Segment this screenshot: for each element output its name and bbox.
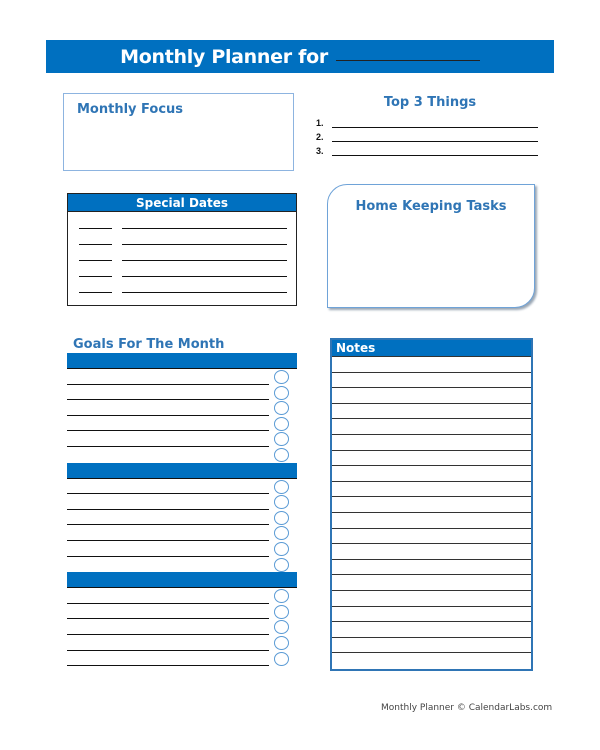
goal-checkbox-circle[interactable] [274, 589, 289, 604]
special-date-row [68, 229, 296, 245]
goal-row [67, 431, 297, 447]
notes-line[interactable] [332, 419, 531, 435]
notes-line[interactable] [332, 575, 531, 591]
goal-checkbox-circle[interactable] [274, 510, 289, 525]
notes-line[interactable] [332, 560, 531, 576]
goal-row [67, 385, 297, 401]
month-name-blank[interactable] [335, 60, 480, 61]
goal-row [67, 604, 297, 620]
notes-rows [332, 357, 531, 669]
goal-row [67, 588, 297, 604]
goal-checkbox-circle[interactable] [274, 401, 289, 416]
special-date-row [68, 261, 296, 277]
item-number: 3. [316, 146, 324, 156]
goal-row [67, 557, 297, 573]
goal-checkbox-circle[interactable] [274, 432, 289, 447]
goal-row [67, 494, 297, 510]
special-date-row [68, 277, 296, 293]
top-3-things: Top 3 Things 1. 2. 3. [316, 95, 538, 156]
notes-line[interactable] [332, 513, 531, 529]
special-date-row [68, 245, 296, 261]
notes-line[interactable] [332, 466, 531, 482]
notes-line[interactable] [332, 404, 531, 420]
title-bar: Monthly Planner for [46, 40, 554, 73]
goal-row [67, 510, 297, 526]
notes-line[interactable] [332, 622, 531, 638]
notes-line[interactable] [332, 388, 531, 404]
goal-checkbox-circle[interactable] [274, 447, 289, 462]
date-line[interactable] [79, 292, 112, 293]
notes-heading: Notes [332, 340, 531, 357]
home-keeping-box[interactable]: Home Keeping Tasks [327, 184, 535, 308]
goal-checkbox-circle[interactable] [274, 635, 289, 650]
goal-checkbox-circle[interactable] [274, 526, 289, 541]
goal-line[interactable] [67, 665, 269, 667]
top-3-heading: Top 3 Things [383, 95, 477, 110]
notes-line[interactable] [332, 653, 531, 669]
special-dates-heading: Special Dates [68, 194, 296, 212]
item-number: 2. [316, 132, 324, 142]
event-line[interactable] [122, 292, 287, 293]
goal-row [67, 541, 297, 557]
special-dates-rows [68, 212, 296, 293]
notes-line[interactable] [332, 435, 531, 451]
notes-line[interactable] [332, 591, 531, 607]
goal-group-header [67, 353, 297, 369]
goal-checkbox-circle[interactable] [274, 541, 289, 556]
monthly-focus-heading: Monthly Focus [77, 102, 184, 117]
goal-row [67, 479, 297, 495]
notes-line[interactable] [332, 357, 531, 373]
write-line[interactable] [332, 146, 538, 156]
goal-checkbox-circle[interactable] [274, 495, 289, 510]
notes-line[interactable] [332, 451, 531, 467]
goal-checkbox-circle[interactable] [274, 604, 289, 619]
footer-credit: Monthly Planner © CalendarLabs.com [381, 703, 553, 713]
write-line[interactable] [332, 118, 538, 128]
goal-checkbox-circle[interactable] [274, 416, 289, 431]
goals-list [67, 353, 297, 667]
notes-line[interactable] [332, 529, 531, 545]
special-dates-box: Special Dates [67, 193, 297, 306]
item-number: 1. [316, 118, 324, 128]
goal-group-header [67, 462, 297, 479]
goal-row [67, 416, 297, 432]
goal-checkbox-circle[interactable] [274, 620, 289, 635]
goal-row [67, 525, 297, 541]
notes-line[interactable] [332, 482, 531, 498]
goal-row [67, 619, 297, 635]
monthly-focus-box[interactable]: Monthly Focus [63, 93, 294, 171]
notes-line[interactable] [332, 497, 531, 513]
goal-row [67, 369, 297, 385]
home-keeping-heading: Home Keeping Tasks [355, 199, 507, 214]
special-date-row [68, 213, 296, 229]
goals-heading: Goals For The Month [73, 337, 225, 352]
top-3-item[interactable]: 2. [316, 128, 538, 142]
write-line[interactable] [332, 132, 538, 142]
top-3-item[interactable]: 3. [316, 142, 538, 156]
goal-checkbox-circle[interactable] [274, 370, 289, 384]
goal-row [67, 447, 297, 463]
page-title: Monthly Planner for [120, 45, 328, 68]
notes-line[interactable] [332, 607, 531, 623]
notes-line[interactable] [332, 373, 531, 389]
goal-row [67, 635, 297, 651]
goal-checkbox-circle[interactable] [274, 557, 289, 572]
goal-checkbox-circle[interactable] [274, 479, 289, 494]
goal-checkbox-circle[interactable] [274, 651, 289, 666]
goal-checkbox-circle[interactable] [274, 385, 289, 400]
notes-box: Notes [330, 338, 533, 671]
notes-line[interactable] [332, 638, 531, 654]
goal-row [67, 651, 297, 667]
goal-group-header [67, 572, 297, 589]
goal-row [67, 400, 297, 416]
top-3-item[interactable]: 1. [316, 114, 538, 128]
notes-line[interactable] [332, 544, 531, 560]
